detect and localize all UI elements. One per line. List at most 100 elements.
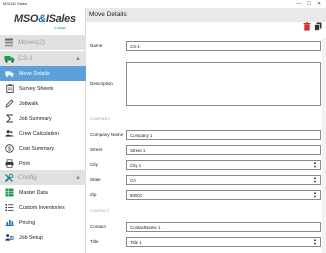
sidebar-item-print[interactable]: Print (0, 156, 86, 171)
clipboard-icon (5, 84, 14, 93)
config-section-header[interactable]: Config ▲ (0, 170, 86, 185)
description-label: Description (90, 81, 113, 86)
contact-field[interactable]: ContactName 1 (126, 222, 321, 232)
sidebar-item-job-setup[interactable]: Job Setup (0, 230, 86, 245)
svg-text:$: $ (8, 146, 11, 152)
page-title: Move Details (89, 11, 127, 18)
sidebar-item-label: Move Details (19, 70, 50, 77)
trash-icon (303, 22, 311, 33)
sidebar-item-master-data[interactable]: Master Data (0, 185, 86, 200)
logo-sub-by: by (53, 26, 57, 30)
minimize-button[interactable]: — (294, 0, 304, 8)
move-section-label: CS-1 (18, 55, 33, 62)
moves-icon (3, 38, 15, 48)
zip-row: Zip 90001 ▲ ▼ (86, 190, 322, 200)
company-name-label: Company Name (90, 132, 124, 137)
contact-section-label: CONTACT (90, 209, 110, 213)
people-icon (5, 129, 14, 138)
street-field[interactable]: Street 1 (126, 145, 321, 155)
name-field[interactable]: CS-1 (126, 41, 321, 51)
street-row: Street Street 1 (86, 145, 322, 155)
window-titlebar: MSO&I Sales — ☐ ✕ (0, 0, 326, 8)
copy-icon (313, 22, 322, 33)
state-row: State CA ▲ ▼ (86, 175, 322, 185)
window-title: MSO&I Sales (3, 1, 28, 6)
spinner-icon[interactable]: ▲ ▼ (313, 161, 317, 169)
delete-button[interactable] (302, 22, 311, 33)
state-select[interactable]: CA ▲ ▼ (126, 175, 321, 185)
chevron-up-icon[interactable]: ▲ (75, 56, 81, 62)
moves-section-header[interactable]: Moves(2) (0, 35, 86, 50)
maximize-button[interactable]: ☐ (304, 0, 314, 8)
title-row: Title Title 1 ▲ ▼ (86, 237, 322, 247)
city-select[interactable]: City 1 ▲ ▼ (126, 160, 321, 170)
zip-select[interactable]: 90001 ▲ ▼ (126, 190, 321, 200)
sidebar: MSO&ISales by Dimis Moves(2) CS-1 ▲ Move… (0, 8, 86, 253)
scrollbar[interactable] (322, 38, 326, 253)
setup-icon (5, 233, 14, 242)
state-label: State (90, 177, 101, 182)
logo-text-amp: & (38, 13, 46, 25)
logo-text-a: MSO (14, 13, 39, 25)
zip-label: Zip (90, 192, 97, 197)
sidebar-item-label: Cost Summary (19, 145, 55, 152)
copy-button[interactable] (313, 22, 322, 33)
tools-icon (3, 173, 15, 183)
sidebar-item-label: Survey Sheets (19, 85, 54, 92)
logo-sub-name: Dimis (57, 26, 66, 30)
move-section-header[interactable]: CS-1 ▲ (0, 51, 86, 66)
printer-icon (5, 159, 14, 168)
logo-text-b: ISales (45, 13, 76, 25)
sidebar-item-label: Pricing (19, 219, 36, 226)
street-label: Street (90, 147, 103, 152)
sidebar-item-label: Crew Calculation (19, 130, 60, 137)
sidebar-item-move-details[interactable]: Move Details (0, 66, 86, 81)
truck-icon (5, 69, 14, 78)
sidebar-item-crew-calculation[interactable]: Crew Calculation (0, 126, 86, 141)
title-label: Title (90, 239, 99, 244)
city-row: City City 1 ▲ ▼ (86, 160, 322, 170)
sidebar-item-label: Custom Inventories (19, 204, 65, 211)
close-button[interactable]: ✕ (314, 0, 324, 8)
sidebar-item-label: Job Setup (19, 234, 43, 241)
page-header: Move Details (86, 8, 326, 22)
company-section-label: COMPANY (90, 117, 111, 121)
name-label: Name (90, 43, 103, 48)
contact-label: Contact (90, 224, 106, 229)
company-name-row: Company Name Company 1 (86, 130, 322, 140)
edit-icon (5, 99, 14, 108)
spinner-icon[interactable]: ▲ ▼ (313, 191, 317, 199)
sidebar-item-job-summary[interactable]: Job Summary (0, 111, 86, 126)
sidebar-item-label: Master Data (19, 189, 48, 196)
grid-icon (5, 188, 14, 197)
state-value: CA (130, 177, 137, 183)
name-row: Name CS-1 (86, 41, 322, 51)
truck-icon (3, 54, 15, 64)
city-value: City 1 (130, 162, 142, 168)
chevron-up-icon[interactable]: ▲ (75, 175, 81, 181)
sidebar-item-jobwalk[interactable]: Jobwalk (0, 96, 86, 111)
sidebar-item-pricing[interactable]: Pricing (0, 215, 86, 230)
city-label: City (90, 162, 98, 167)
sidebar-item-cost-summary[interactable]: $ Cost Summary (0, 141, 86, 156)
app-logo: MSO&ISales by Dimis (14, 13, 76, 35)
company-name-field[interactable]: Company 1 (126, 130, 321, 140)
title-value: Title 1 (130, 239, 142, 245)
logo-subtitle: by Dimis (54, 26, 66, 30)
sidebar-item-custom-inventories[interactable]: Custom Inventories (0, 200, 86, 215)
list-icon (5, 203, 14, 212)
title-select[interactable]: Title 1 ▲ ▼ (126, 237, 321, 247)
config-section-label: Config (18, 174, 37, 181)
spinner-icon[interactable]: ▲ ▼ (313, 176, 317, 184)
spinner-icon[interactable]: ▲ ▼ (313, 238, 317, 246)
sidebar-item-label: Print (19, 160, 30, 167)
zip-value: 90001 (130, 192, 143, 198)
pricing-icon (5, 218, 14, 227)
move-details-panel: Move Details Name CS-1 Description COMPA… (86, 8, 326, 253)
description-field[interactable] (126, 62, 321, 106)
moves-section-label: Moves(2) (18, 39, 46, 46)
sidebar-item-survey-sheets[interactable]: Survey Sheets (0, 81, 86, 96)
sigma-icon (5, 114, 14, 123)
sidebar-item-label: Jobwalk (19, 100, 39, 107)
sidebar-item-label: Job Summary (19, 115, 52, 122)
